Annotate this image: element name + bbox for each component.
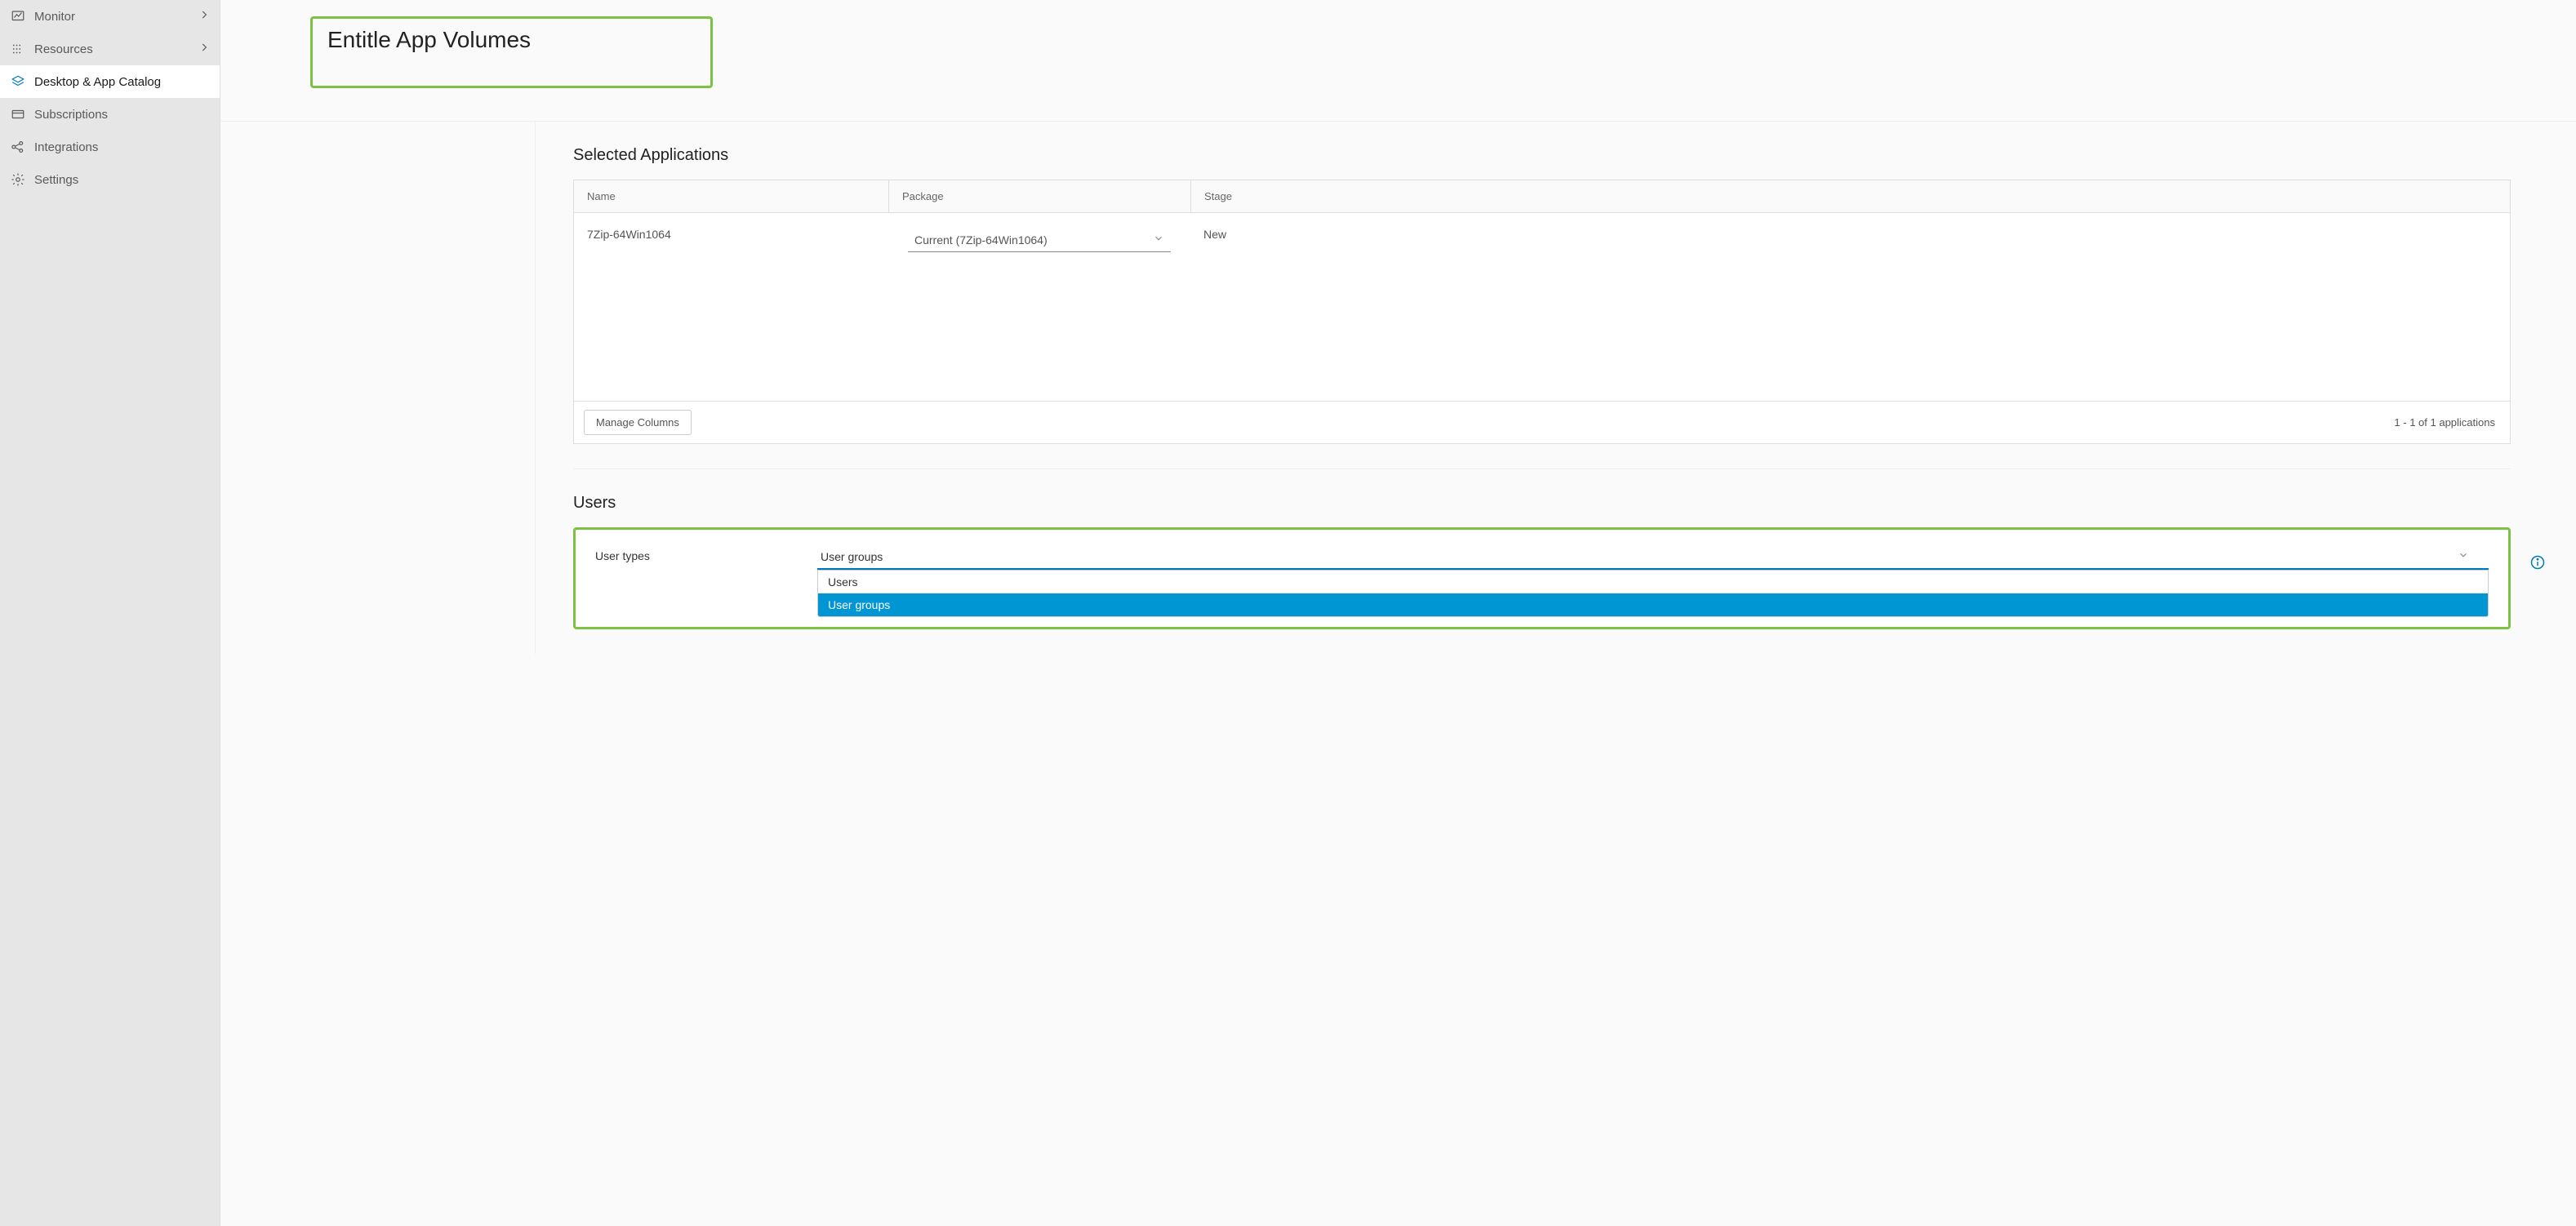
- gear-icon: [10, 171, 26, 188]
- grid-icon: [10, 41, 26, 57]
- dropdown-option-users[interactable]: Users: [818, 571, 2488, 593]
- chevron-down-icon: [1153, 233, 1164, 247]
- package-select-value: Current (7Zip-64Win1064): [914, 233, 1048, 247]
- dropdown-option-user-groups[interactable]: User groups: [818, 593, 2488, 616]
- user-types-field: User groups Users User groups: [817, 546, 2489, 617]
- user-types-select[interactable]: User groups: [817, 546, 2489, 570]
- content-area: Selected Applications Name Package Stage…: [535, 122, 2543, 654]
- stack-icon: [10, 73, 26, 90]
- cell-stage: New: [1190, 220, 2510, 260]
- sidebar-item-label: Subscriptions: [34, 108, 108, 122]
- users-heading: Users: [573, 494, 2511, 513]
- cell-package: Current (7Zip-64Win1064): [888, 220, 1190, 260]
- applications-table: Name Package Stage 7Zip-64Win1064 Curren…: [573, 180, 2511, 444]
- page-title-highlight: Entitle App Volumes: [310, 16, 713, 88]
- package-select[interactable]: Current (7Zip-64Win1064): [908, 228, 1171, 252]
- user-types-label: User types: [595, 546, 817, 562]
- cell-app-name: 7Zip-64Win1064: [574, 220, 888, 260]
- sidebar: Monitor Resources Desktop & App Catalog: [0, 0, 220, 1226]
- sidebar-item-desktop-app-catalog[interactable]: Desktop & App Catalog: [0, 65, 220, 98]
- sidebar-item-label: Desktop & App Catalog: [34, 75, 161, 89]
- sidebar-item-monitor[interactable]: Monitor: [0, 0, 220, 33]
- sidebar-item-settings[interactable]: Settings: [0, 163, 220, 196]
- chevron-down-icon: [2458, 549, 2469, 563]
- row-count-text: 1 - 1 of 1 applications: [2394, 416, 2500, 429]
- card-icon: [10, 106, 26, 122]
- sidebar-item-label: Resources: [34, 42, 93, 56]
- table-row: 7Zip-64Win1064 Current (7Zip-64Win1064) …: [574, 213, 2510, 267]
- user-types-row: User types User groups Users User groups: [595, 546, 2489, 617]
- users-section-highlight: User types User groups Users User groups: [573, 527, 2511, 629]
- selected-applications-heading: Selected Applications: [573, 146, 2511, 165]
- sidebar-item-integrations[interactable]: Integrations: [0, 131, 220, 163]
- column-header-name[interactable]: Name: [574, 180, 888, 212]
- table-footer: Manage Columns 1 - 1 of 1 applications: [574, 401, 2510, 443]
- chevron-right-icon: [198, 42, 210, 56]
- sidebar-item-label: Settings: [34, 173, 78, 187]
- header-band: Entitle App Volumes: [220, 0, 2576, 122]
- table-header: Name Package Stage: [574, 180, 2510, 213]
- info-icon[interactable]: [2529, 554, 2546, 573]
- user-types-select-value: User groups: [821, 550, 883, 563]
- main-content: Entitle App Volumes Selected Application…: [220, 0, 2576, 1226]
- sidebar-item-label: Integrations: [34, 140, 98, 154]
- chevron-right-icon: [198, 9, 210, 24]
- sidebar-item-resources[interactable]: Resources: [0, 33, 220, 65]
- column-header-package[interactable]: Package: [888, 180, 1190, 212]
- user-types-dropdown: Users User groups: [817, 570, 2489, 617]
- manage-columns-button[interactable]: Manage Columns: [584, 410, 692, 435]
- chart-icon: [10, 8, 26, 24]
- page-title: Entitle App Volumes: [327, 27, 531, 53]
- nodes-icon: [10, 139, 26, 155]
- table-body: 7Zip-64Win1064 Current (7Zip-64Win1064) …: [574, 213, 2510, 401]
- sidebar-item-subscriptions[interactable]: Subscriptions: [0, 98, 220, 131]
- column-header-stage[interactable]: Stage: [1190, 180, 2510, 212]
- sidebar-item-label: Monitor: [34, 10, 75, 24]
